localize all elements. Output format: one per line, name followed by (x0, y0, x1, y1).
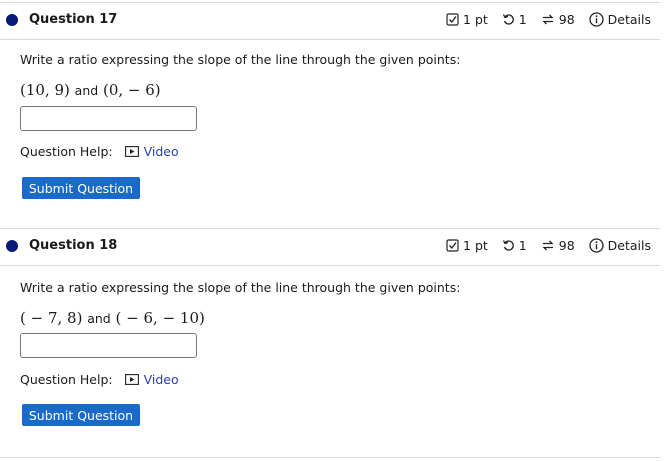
question-status-dot (6, 240, 18, 252)
video-label: Video (143, 144, 179, 159)
tries-icon (541, 239, 555, 252)
play-icon (124, 146, 139, 157)
question-points: ( − 7, 8) and ( − 6, − 10) (20, 309, 205, 327)
question-prompt: Write a ratio expressing the slope of th… (20, 52, 461, 67)
answer-input[interactable] (20, 333, 197, 358)
answer-input[interactable] (20, 106, 197, 131)
submit-question-button[interactable]: Submit Question (22, 177, 140, 199)
and-word: and (74, 83, 99, 98)
video-link[interactable]: Video (124, 372, 179, 387)
question-status-dot (6, 14, 18, 26)
question-header: Question 17 1 pt 1 98 Details (0, 2, 660, 40)
question-help: Question Help: Video (20, 372, 179, 387)
video-label: Video (143, 372, 179, 387)
divider (0, 457, 660, 458)
details-link[interactable]: Details (608, 238, 651, 253)
tries-count: 98 (558, 12, 575, 27)
checkbox-icon (446, 13, 459, 26)
points-label: 1 pt (463, 238, 488, 253)
submit-question-button[interactable]: Submit Question (22, 404, 140, 426)
question-title: Question 17 (29, 12, 118, 27)
question-help-label: Question Help: (20, 144, 113, 159)
question-card-17: Question 17 1 pt 1 98 Details Write a ra… (0, 0, 660, 199)
retry-icon (502, 239, 515, 252)
point-a: ( − 7, 8) (20, 309, 83, 327)
question-points: (10, 9) and (0, − 6) (20, 81, 161, 99)
and-word: and (87, 311, 111, 326)
question-help: Question Help: Video (20, 144, 179, 159)
play-icon (124, 374, 139, 385)
question-help-label: Question Help: (20, 372, 113, 387)
info-icon[interactable] (589, 12, 604, 27)
question-meta: 1 pt 1 98 Details (446, 238, 651, 253)
question-title: Question 18 (29, 238, 118, 253)
question-card-18: Question 18 1 pt 1 98 Details Write a ra… (0, 228, 660, 426)
checkbox-icon (446, 239, 459, 252)
video-link[interactable]: Video (124, 144, 179, 159)
attempts-count: 1 (518, 12, 527, 27)
info-icon[interactable] (589, 238, 604, 253)
tries-count: 98 (558, 238, 575, 253)
points-label: 1 pt (463, 12, 488, 27)
tries-icon (541, 13, 555, 26)
question-prompt: Write a ratio expressing the slope of th… (20, 280, 461, 295)
question-header: Question 18 1 pt 1 98 Details (0, 228, 660, 266)
point-b: ( − 6, − 10) (115, 309, 205, 327)
point-a: (10, 9) (20, 81, 70, 99)
point-b: (0, − 6) (102, 81, 161, 99)
question-meta: 1 pt 1 98 Details (446, 12, 651, 27)
attempts-count: 1 (518, 238, 527, 253)
retry-icon (502, 13, 515, 26)
details-link[interactable]: Details (608, 12, 651, 27)
